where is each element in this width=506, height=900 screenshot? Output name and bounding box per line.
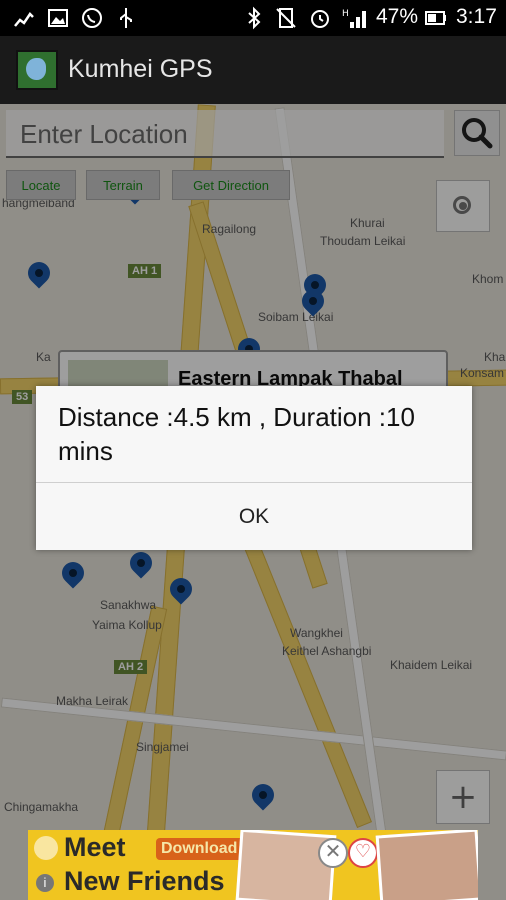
- heart-icon[interactable]: ♡: [348, 838, 378, 868]
- app-logo-icon[interactable]: [16, 50, 58, 90]
- clock: 3:17: [456, 5, 497, 28]
- bluetooth-icon: [242, 6, 266, 30]
- image-icon: [46, 6, 70, 30]
- status-bar: H 47% 3:17: [0, 0, 506, 36]
- signal-bars-icon: [12, 6, 36, 30]
- app-title: Kumhei GPS: [68, 55, 213, 83]
- battery-percent: 47%: [376, 5, 419, 28]
- ad-photo: [235, 830, 337, 900]
- no-sim-icon: [274, 6, 298, 30]
- svg-text:H: H: [342, 9, 349, 19]
- ad-info-icon[interactable]: i: [36, 874, 54, 892]
- app-bar: Kumhei GPS: [0, 36, 506, 104]
- ad-logo-icon: [34, 836, 58, 860]
- usb-icon: [114, 6, 138, 30]
- ad-photo: [375, 830, 478, 900]
- close-icon[interactable]: ✕: [318, 838, 348, 868]
- ad-banner[interactable]: Meet Download Now New Friends i ✕ ♡: [28, 830, 478, 900]
- ok-button[interactable]: OK: [36, 483, 472, 550]
- dialog-message: Distance :4.5 km , Duration :10 mins: [58, 402, 415, 466]
- alarm-icon: [308, 6, 332, 30]
- distance-dialog: Distance :4.5 km , Duration :10 mins OK: [36, 386, 472, 550]
- battery-icon: [424, 6, 448, 30]
- whatsapp-icon: [80, 6, 104, 30]
- ad-subheadline: New Friends: [64, 866, 225, 896]
- ad-headline: Meet: [64, 832, 126, 862]
- network-h-icon: H: [342, 6, 366, 30]
